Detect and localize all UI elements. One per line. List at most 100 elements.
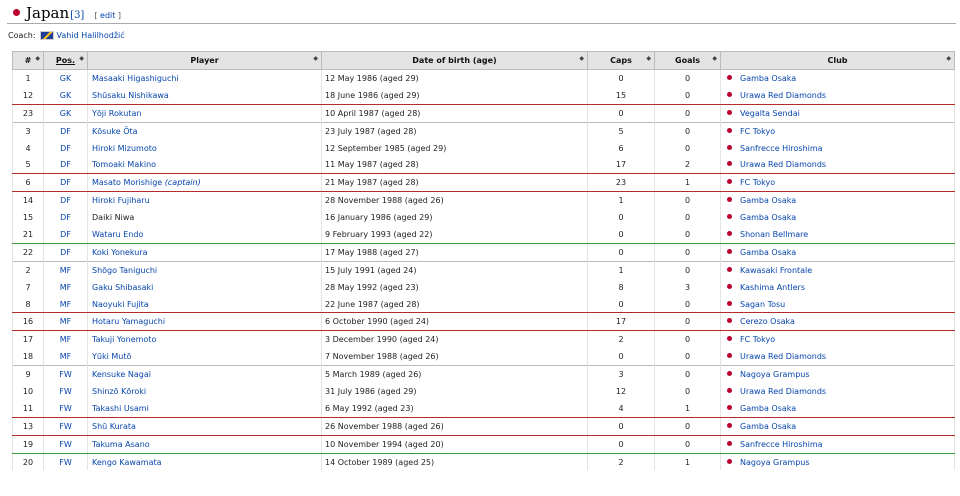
- player-link[interactable]: Takuma Asano: [92, 440, 150, 449]
- club-link[interactable]: Cerezo Osaka: [740, 317, 795, 326]
- header-club[interactable]: Club ◆: [720, 51, 955, 70]
- table-row: 21 DF Wataru Endo 9 February 1993 (aged 22)…: [12, 226, 955, 244]
- player-link[interactable]: Yōji Rokutan: [92, 109, 141, 118]
- table-row: 2 MF Shōgo Taniguchi 15 July 1991 (aged 24)…: [12, 260, 955, 279]
- cell-position-link[interactable]: FW: [43, 383, 88, 400]
- sort-arrows-icon[interactable]: ◆: [712, 55, 717, 62]
- cell-position-link[interactable]: FW: [43, 417, 88, 436]
- player-link[interactable]: Shōgo Taniguchi: [92, 266, 157, 275]
- club-link[interactable]: Kashima Antlers: [740, 283, 805, 292]
- cell-position-link[interactable]: GK: [43, 104, 88, 123]
- cell-position-link[interactable]: GK: [43, 69, 88, 87]
- club-link[interactable]: Shonan Bellmare: [740, 230, 808, 239]
- club-link[interactable]: Sanfrecce Hiroshima: [740, 144, 823, 153]
- player-link[interactable]: Hiroki Fujiharu: [92, 196, 150, 205]
- sort-arrows-icon[interactable]: ◆: [646, 55, 651, 62]
- player-link[interactable]: Kengo Kawamata: [92, 458, 162, 467]
- cell-position-link[interactable]: DF: [43, 242, 88, 262]
- club-link[interactable]: Gamba Osaka: [740, 213, 796, 222]
- cell-position-link[interactable]: MF: [43, 348, 88, 366]
- cell-position-link[interactable]: DF: [43, 173, 88, 193]
- club-link[interactable]: Gamba Osaka: [740, 404, 796, 413]
- club-link[interactable]: Sanfrecce Hiroshima: [740, 440, 823, 449]
- coach-name-link[interactable]: Vahid Halilhodžić: [57, 31, 125, 40]
- club-link[interactable]: Urawa Red Diamonds: [740, 387, 826, 396]
- cell-position-link[interactable]: FW: [43, 399, 88, 418]
- captain-link[interactable]: (captain): [165, 178, 201, 187]
- header-goals[interactable]: Goals ◆: [654, 51, 721, 70]
- cell-goals: 0: [654, 69, 721, 87]
- player-link[interactable]: Shū Kurata: [92, 422, 136, 431]
- cell-position-link[interactable]: MF: [43, 330, 88, 349]
- cell-club: Urawa Red Diamonds: [720, 383, 955, 400]
- header-caps[interactable]: Caps ◆: [587, 51, 655, 70]
- club-link[interactable]: Urawa Red Diamonds: [740, 91, 826, 100]
- edit-link[interactable]: edit: [100, 11, 115, 20]
- cell-position-link[interactable]: MF: [43, 260, 88, 279]
- club-link[interactable]: Nagoya Grampus: [740, 458, 810, 467]
- club-link[interactable]: Gamba Osaka: [740, 74, 796, 83]
- player-link[interactable]: Yūki Mutō: [92, 352, 131, 361]
- sort-arrows-icon[interactable]: ◆: [579, 55, 584, 62]
- cell-position-link[interactable]: DF: [43, 209, 88, 227]
- cell-position-link[interactable]: FW: [43, 365, 88, 384]
- cell-date-of-birth: 10 April 1987 (aged 28): [321, 104, 588, 123]
- club-link[interactable]: Kawasaki Frontale: [740, 266, 812, 275]
- player-link[interactable]: Shūsaku Nishikawa: [92, 91, 169, 100]
- sort-arrows-icon[interactable]: ◆: [313, 55, 318, 62]
- player-link[interactable]: Wataru Endo: [92, 230, 143, 239]
- club-link[interactable]: Vegalta Sendai: [740, 109, 800, 118]
- cell-goals: 2: [654, 156, 721, 175]
- cell-position-link[interactable]: DF: [43, 191, 88, 210]
- cell-position-link[interactable]: MF: [43, 312, 88, 332]
- header-date-of-birth[interactable]: Date of birth (age) ◆: [321, 51, 588, 70]
- player-link[interactable]: Hiroki Mizumoto: [92, 144, 157, 153]
- cell-position-link[interactable]: FW: [43, 453, 88, 471]
- player-link[interactable]: Koki Yonekura: [92, 248, 148, 257]
- reference-link[interactable]: [3]: [70, 10, 84, 21]
- cell-position-link[interactable]: GK: [43, 86, 88, 105]
- club-link[interactable]: Urawa Red Diamonds: [740, 160, 826, 169]
- club-link[interactable]: Gamba Osaka: [740, 196, 796, 205]
- cell-position-link[interactable]: DF: [43, 226, 88, 244]
- club-link[interactable]: FC Tokyo: [740, 178, 775, 187]
- club-link[interactable]: Gamba Osaka: [740, 248, 796, 257]
- player-link[interactable]: Hotaru Yamaguchi: [92, 317, 165, 326]
- sort-arrows-icon[interactable]: ◆: [35, 55, 40, 62]
- cell-position-link[interactable]: MF: [43, 278, 88, 296]
- club-link[interactable]: FC Tokyo: [740, 335, 775, 344]
- cell-player: Kengo Kawamata: [87, 453, 322, 471]
- player-link[interactable]: Masaaki Higashiguchi: [92, 74, 179, 83]
- cell-club: Nagoya Grampus: [720, 453, 955, 471]
- japan-flag-icon: [727, 283, 732, 289]
- player-link[interactable]: Shinzō Kōroki: [92, 387, 146, 396]
- club-link[interactable]: Nagoya Grampus: [740, 370, 810, 379]
- player-link[interactable]: Kensuke Nagai: [92, 370, 151, 379]
- player-link[interactable]: Naoyuki Fujita: [92, 300, 149, 309]
- player-link[interactable]: Tomoaki Makino: [92, 160, 156, 169]
- player-link[interactable]: Kōsuke Ōta: [92, 127, 138, 136]
- cell-position-link[interactable]: DF: [43, 121, 88, 140]
- cell-caps: 5: [587, 121, 655, 140]
- cell-position-link[interactable]: DF: [43, 156, 88, 175]
- player-link[interactable]: Takuji Yonemoto: [92, 335, 156, 344]
- cell-goals: 0: [654, 209, 721, 227]
- header-player[interactable]: Player ◆: [87, 51, 322, 70]
- club-link[interactable]: Gamba Osaka: [740, 422, 796, 431]
- sort-arrows-icon[interactable]: ◆: [946, 55, 951, 62]
- player-link[interactable]: Masato Morishige: [92, 178, 162, 187]
- header-position[interactable]: Pos. ◆: [43, 51, 88, 70]
- player-link[interactable]: Daiki Niwa: [92, 213, 134, 222]
- sort-arrows-icon[interactable]: ◆: [79, 55, 84, 62]
- cell-position-link[interactable]: DF: [43, 139, 88, 157]
- cell-position-link[interactable]: MF: [43, 295, 88, 314]
- japan-flag-icon: [727, 387, 732, 393]
- cell-position-link[interactable]: FW: [43, 435, 88, 454]
- club-link[interactable]: Sagan Tosu: [740, 300, 785, 309]
- player-link[interactable]: Gaku Shibasaki: [92, 283, 153, 292]
- player-link[interactable]: Takashi Usami: [92, 404, 149, 413]
- cell-number: 6: [12, 173, 44, 193]
- header-number[interactable]: # ◆: [12, 51, 44, 70]
- club-link[interactable]: FC Tokyo: [740, 127, 775, 136]
- club-link[interactable]: Urawa Red Diamonds: [740, 352, 826, 361]
